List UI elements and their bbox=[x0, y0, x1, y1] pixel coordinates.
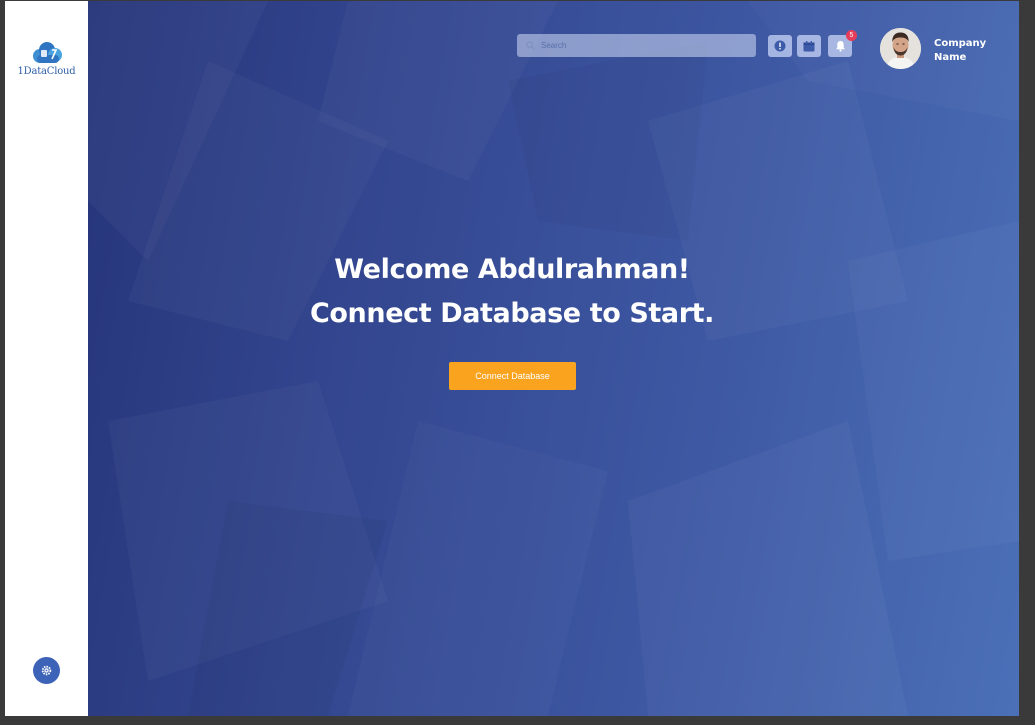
user-photo bbox=[880, 28, 921, 69]
avatar[interactable] bbox=[880, 28, 921, 69]
notification-badge: 5 bbox=[846, 30, 857, 41]
main-content: 5 Company Name Welcome Abdulrahman! Conn… bbox=[88, 1, 1019, 716]
app-window: 1DataCloud Search 5 Company Name Welcome… bbox=[5, 1, 1019, 716]
calendar-icon bbox=[803, 40, 815, 51]
background-pattern bbox=[188, 501, 388, 716]
company-name-line2: Name bbox=[934, 52, 967, 63]
info-button[interactable] bbox=[768, 35, 792, 57]
welcome-subheading: Connect Database to Start. bbox=[309, 298, 715, 329]
info-icon bbox=[774, 40, 786, 52]
company-name[interactable]: Company Name bbox=[934, 37, 1004, 65]
settings-button[interactable] bbox=[33, 657, 60, 684]
bell-icon bbox=[835, 41, 845, 52]
cloud-logo-icon bbox=[32, 42, 62, 63]
search-input[interactable] bbox=[539, 40, 743, 51]
welcome-heading: Welcome Abdulrahman! bbox=[334, 254, 690, 285]
calendar-button[interactable] bbox=[797, 35, 821, 57]
brand-logo[interactable]: 1DataCloud bbox=[5, 41, 88, 77]
sidebar: 1DataCloud bbox=[5, 1, 88, 716]
company-name-line1: Company bbox=[934, 38, 987, 49]
brand-name: 1DataCloud bbox=[17, 66, 76, 77]
connect-database-button[interactable]: Connect Database bbox=[449, 362, 576, 390]
gear-icon bbox=[41, 665, 52, 676]
search-bar[interactable] bbox=[517, 34, 756, 57]
search-icon bbox=[526, 41, 535, 50]
